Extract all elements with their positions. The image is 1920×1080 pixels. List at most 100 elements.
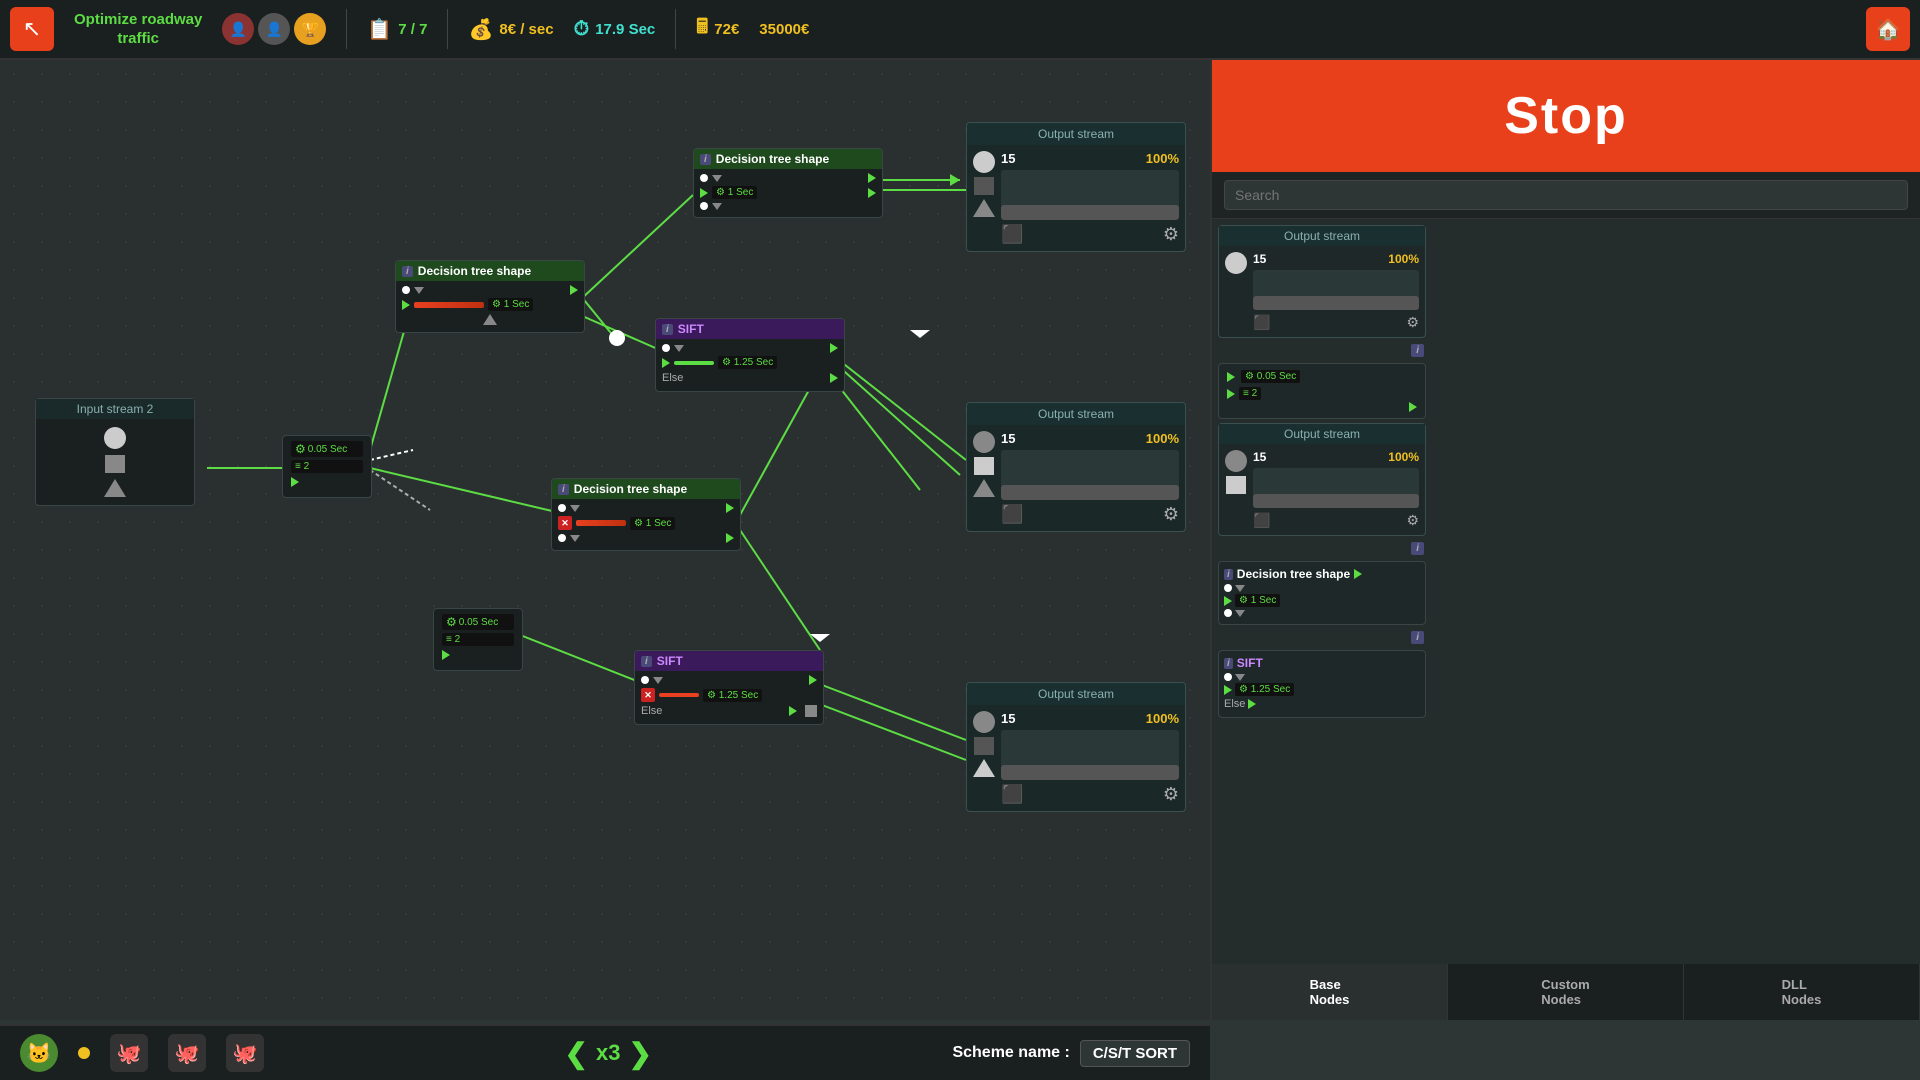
info-btn-2[interactable]: i [1411,542,1424,555]
rp-dn2-title: Decision tree shape [1237,567,1350,581]
multiplier-control[interactable]: ❮ x3 ❯ [565,1037,652,1070]
rp-os2-pct: 100% [1388,450,1419,464]
chevron-left[interactable]: ❮ [565,1037,588,1070]
timer-n3: ⚙ 1 Sec [630,517,675,530]
os2-settings-icon: ⚙ [1163,504,1179,525]
right-panel: Stop Output stream 15 100% [1210,60,1920,1020]
os3-tri [973,759,995,777]
rp-sift-title: SIFT [1237,656,1263,670]
rp-sift-timer: ⚙ 1.25 Sec [1235,683,1294,696]
rp-os1-pct: 100% [1388,252,1419,266]
mult-node-1[interactable]: ⚙ 0.05 Sec ≡ 2 [282,435,372,498]
sift-node-1[interactable]: i SIFT ⚙ 1.25 Sec Else [655,318,845,392]
tab-dll-nodes[interactable]: DLLNodes [1684,964,1920,1020]
info-btn-3[interactable]: i [1411,631,1424,644]
shape-rect [105,455,125,473]
avatar-icon: 🐱 [20,1034,58,1072]
os2-pct: 100% [1146,431,1179,446]
lines-badge-m1: ≡ 2 [291,460,363,473]
timer-text-m2: 0.05 Sec [459,617,498,628]
tri-n1 [483,314,497,325]
mult-node-2[interactable]: ⚙ 0.05 Sec ≡ 2 [433,608,523,671]
rp-dn2-timer: ⚙ 1 Sec [1235,594,1280,607]
timer-n1: ⚙ 1 Sec [488,298,533,311]
avatar-3: 🏆 [294,13,326,45]
rp-os1-title: Output stream [1219,226,1425,246]
output-indicator-m1 [291,477,299,487]
else-s2: Else [641,705,662,717]
output-indicator-m2 [442,650,450,660]
else-s1: Else [662,372,683,384]
os3-num: 15 [1001,711,1015,726]
decision-tree-node-1[interactable]: i Decision tree shape ⚙ 1 Sec [395,260,585,333]
chevron-right[interactable]: ❯ [628,1037,651,1070]
rp-decision-node[interactable]: ⚙ 0.05 Sec ≡ 2 [1218,363,1426,419]
os2-num: 15 [1001,431,1015,446]
info-badge-n1: i [402,266,413,277]
info-badge-s1: i [662,324,673,335]
scheme-control: Scheme name : C/S/T SORT [952,1040,1190,1067]
lines-badge-m2: ≡ 2 [442,633,514,646]
cat-btn-1[interactable]: 🐙 [110,1034,148,1072]
decision-tree-node-3[interactable]: i Decision tree shape ✕ ⚙ 1 Sec [551,478,741,551]
rp-os1-num: 15 [1253,252,1266,266]
avatar-2: 👤 [258,13,290,45]
info-badge-s2: i [641,656,652,667]
total-stat: 35000€ [759,21,809,38]
os3-circle [973,711,995,733]
timer-text-m1: 0.05 Sec [308,444,347,455]
status-dot [78,1047,90,1059]
rp-os2-title: Output stream [1219,424,1425,444]
rp-output-1: Output stream 15 100% ⬛ [1218,225,1426,338]
right-panel-content: Output stream 15 100% ⬛ [1212,219,1920,964]
os3-title: Output stream [967,683,1185,705]
back-button[interactable]: ↖ [10,7,54,51]
timer-s2: ⚙ 1.25 Sec [703,689,762,702]
rp-decision-node-2[interactable]: i Decision tree shape ⚙ 1 Sec [1218,561,1426,625]
os1-layers-icon: ⬛ [1001,224,1023,245]
bottombar: 🐱 🐙 🐙 🐙 ❮ x3 ❯ Scheme name : C/S/T SORT [0,1024,1210,1080]
timer-n2: ⚙ 1 Sec [712,186,757,199]
os2-bar [1001,450,1179,500]
os3-rect [974,737,994,755]
info-btn-1[interactable]: i [1411,344,1424,357]
os1-num: 15 [1001,151,1015,166]
corner-button[interactable]: 🏠 [1866,7,1910,51]
node-title-n3: Decision tree shape [574,482,687,496]
os1-settings-icon: ⚙ [1163,224,1179,245]
os1-title: Output stream [967,123,1185,145]
os1-circle [973,151,995,173]
node-title-s2: SIFT [657,654,683,668]
search-input[interactable] [1224,180,1908,210]
os1-pct: 100% [1146,151,1179,166]
tab-base-nodes[interactable]: BaseNodes [1212,964,1448,1020]
output-stream-3: Output stream 15 100% ⬛ ⚙ [966,682,1186,812]
output-stream-2: Output stream 15 100% ⬛ ⚙ [966,402,1186,532]
dot-n1 [402,286,410,294]
tab-custom-nodes[interactable]: CustomNodes [1448,964,1684,1020]
multiplier-value: x3 [596,1040,620,1066]
scheme-value[interactable]: C/S/T SORT [1080,1040,1190,1067]
avatars: 👤 👤 🏆 [222,13,326,45]
rp-sift-else: Else [1224,698,1245,710]
rp-sift-node[interactable]: i SIFT ⚙ 1.25 Sec Else [1218,650,1426,718]
canvas-area: Input stream 2 ⚙ 0.05 Sec ≡ 2 ⚙ 0.05 Sec… [0,60,1210,1020]
rp-dn-lines: ≡ 2 [1239,387,1261,400]
timer-s1: ⚙ 1.25 Sec [718,356,777,369]
os1-rect [974,177,994,195]
page-title: Optimize roadway traffic [74,10,202,49]
stop-button[interactable]: Stop [1212,60,1920,172]
timer-badge-m2: ⚙ 0.05 Sec [442,614,514,630]
sift-node-2[interactable]: i SIFT ✕ ⚙ 1.25 Sec Else [634,650,824,725]
os2-layers-icon: ⬛ [1001,504,1023,525]
os3-settings-icon: ⚙ [1163,784,1179,805]
cat-btn-3[interactable]: 🐙 [226,1034,264,1072]
output-n1 [570,285,578,295]
node-title-s1: SIFT [678,322,704,336]
input-stream-title: Input stream 2 [36,399,194,419]
cat-btn-2[interactable]: 🐙 [168,1034,206,1072]
decision-tree-node-2[interactable]: i Decision tree shape ⚙ 1 Sec [693,148,883,218]
os2-tri [973,479,995,497]
info-badge-n2: i [700,154,711,165]
score-stat: 🖩 72€ [696,12,739,46]
